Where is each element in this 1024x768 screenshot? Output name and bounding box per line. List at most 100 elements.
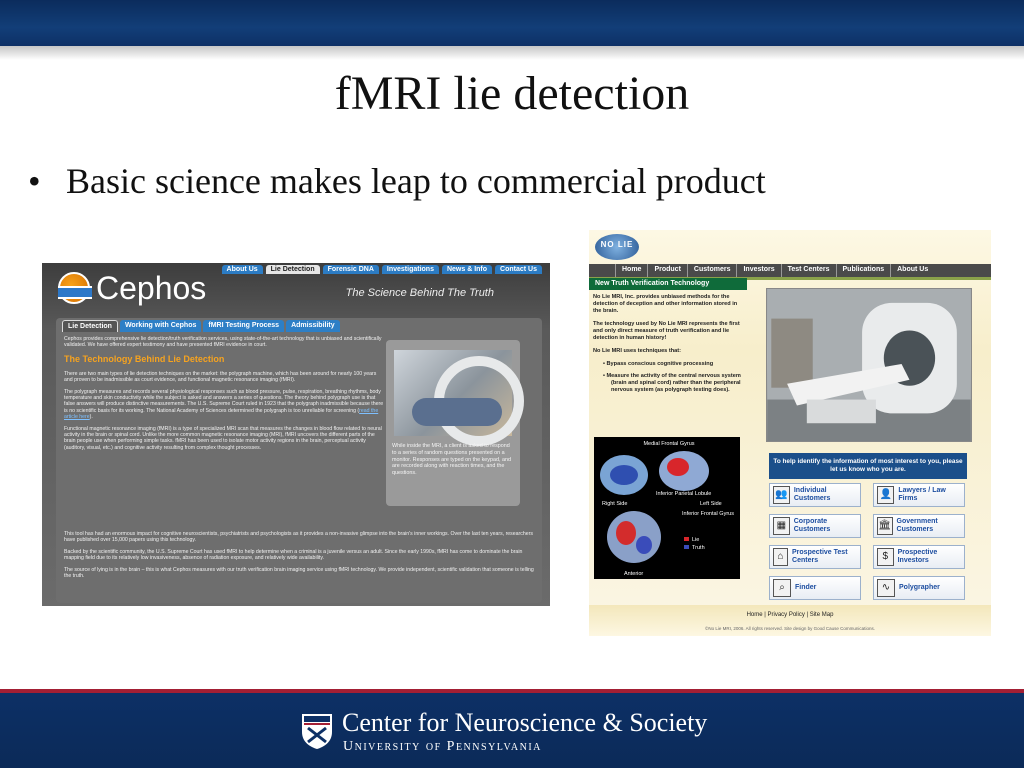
cephos-nav-news[interactable]: News & Info bbox=[441, 265, 493, 274]
bullet-text: Basic science makes leap to commercial p… bbox=[66, 161, 766, 201]
individuals-icon: 👥 bbox=[773, 486, 790, 504]
cephos-nav-investigations[interactable]: Investigations bbox=[381, 265, 439, 274]
nolie-brain-scan: Medial Frontal Gyrus Inferior Parietal L… bbox=[594, 437, 740, 579]
nolie-t1: No Lie MRI, Inc. provides unbiased metho… bbox=[593, 294, 738, 314]
nolie-nav: Home Product Customers Investors Test Ce… bbox=[589, 264, 991, 277]
nolie-bullets: Bypass conscious cognitive processing Me… bbox=[593, 361, 745, 394]
nolie-t2: The technology used by No Lie MRI repres… bbox=[593, 321, 740, 341]
cephos-p2-end: ). bbox=[89, 414, 93, 421]
cephos-mri-photo bbox=[394, 350, 524, 446]
nolie-mri-photo bbox=[766, 288, 972, 442]
lawyer-icon: 👤 bbox=[877, 486, 895, 504]
cephos-logo: Cephos bbox=[96, 270, 207, 306]
brain-right-activity bbox=[610, 465, 638, 485]
label-left-side: Left Side bbox=[700, 501, 722, 507]
button-label: Lawyers / Law Firms bbox=[898, 487, 946, 502]
cephos-logo-icon bbox=[58, 272, 92, 304]
bullet-item: • Basic science makes leap to commercial … bbox=[28, 160, 766, 202]
nolie-nav-investors[interactable]: Investors bbox=[736, 264, 780, 277]
brain-anterior-activity-2 bbox=[636, 536, 652, 554]
building-icon: ▦ bbox=[773, 517, 790, 535]
cephos-p4: This tool has had an enormous impact for… bbox=[64, 531, 533, 544]
button-label: Prospective Test Centers bbox=[792, 549, 848, 564]
nolie-nav-test-centers[interactable]: Test Centers bbox=[780, 264, 836, 277]
button-polygrapher[interactable]: ∿ Polygrapher bbox=[873, 576, 965, 600]
nolie-logo: NO LIE bbox=[600, 240, 634, 249]
button-label: Prospective Investors bbox=[897, 549, 938, 564]
shield-bar bbox=[304, 723, 330, 725]
nolie-footer-copyright: ©No Lie MRI, 2006. All rights reserved. … bbox=[705, 626, 875, 631]
footer-subtitle: University of Pennsylvania bbox=[343, 739, 542, 754]
nolie-contact-banner: To help identify the information of most… bbox=[769, 453, 967, 479]
cephos-p2: The polygraph measures and records sever… bbox=[64, 389, 384, 421]
button-finder[interactable]: ⌕ Finder bbox=[769, 576, 861, 600]
nolie-nav-product[interactable]: Product bbox=[647, 264, 686, 277]
nolie-b2: Measure the activity of the central nerv… bbox=[603, 373, 745, 394]
button-label: Corporate Customers bbox=[793, 518, 831, 533]
nolie-text: No Lie MRI, Inc. provides unbiased metho… bbox=[593, 294, 745, 399]
nolie-nav-home[interactable]: Home bbox=[615, 264, 647, 277]
button-label: Individual Customers bbox=[793, 487, 831, 502]
waveform-icon: ∿ bbox=[877, 579, 895, 597]
brain-left-activity bbox=[667, 458, 689, 476]
cephos-p5: Backed by the scientific community, the … bbox=[64, 548, 523, 562]
mri-table-base bbox=[806, 399, 876, 424]
button-prospective-investors[interactable]: $ Prospective Investors bbox=[873, 545, 965, 569]
slide-title: fMRI lie detection bbox=[334, 67, 690, 120]
label-medial-frontal: Medial Frontal Gyrus bbox=[643, 441, 694, 447]
button-prospective-test-centers[interactable]: ⌂ Prospective Test Centers bbox=[769, 545, 861, 569]
nolie-t3: No Lie MRI uses techniques that: bbox=[593, 348, 681, 354]
legend-lie: Lie bbox=[692, 537, 699, 543]
nolie-nav-about[interactable]: About Us bbox=[890, 264, 934, 277]
button-label: Polygrapher bbox=[899, 584, 940, 591]
button-lawyers[interactable]: 👤 Lawyers / Law Firms bbox=[873, 483, 965, 507]
brain-anterior-activity-1 bbox=[616, 521, 636, 545]
cephos-tab-working[interactable]: Working with Cephos bbox=[119, 320, 202, 332]
footer-title: Center for Neuroscience & Society bbox=[342, 708, 708, 737]
cephos-nav-forensic-dna[interactable]: Forensic DNA bbox=[322, 265, 379, 274]
mri-room-cabinet bbox=[771, 318, 813, 388]
house-icon: ⌂ bbox=[773, 548, 789, 566]
label-inferior-parietal: Inferior Parietal Lobule bbox=[656, 491, 711, 497]
cephos-screenshot: About Us Lie Detection Forensic DNA Inve… bbox=[42, 263, 550, 606]
nolie-footer-bar bbox=[589, 605, 991, 636]
button-government-customers[interactable]: 🏛 Government Customers bbox=[873, 514, 965, 538]
cephos-tabs: Lie Detection Working with Cephos fMRI T… bbox=[62, 320, 340, 332]
cephos-tab-admissibility[interactable]: Admissibility bbox=[286, 320, 340, 332]
cephos-p3: Functional magnetic resonance imaging (f… bbox=[64, 425, 382, 451]
cephos-p1: There are two main types of lie detectio… bbox=[64, 370, 377, 384]
cephos-nav: About Us Lie Detection Forensic DNA Inve… bbox=[221, 265, 542, 274]
cephos-heading: The Technology Behind Lie Detection bbox=[64, 353, 225, 364]
penn-shield-icon bbox=[302, 714, 332, 749]
button-label: Government Customers bbox=[896, 518, 938, 533]
magnifier-icon: ⌕ bbox=[773, 579, 791, 597]
cephos-caption: While inside the MRI, a client is asked … bbox=[392, 443, 511, 477]
nolie-nav-publications[interactable]: Publications bbox=[835, 264, 891, 277]
legend-lie-swatch bbox=[684, 537, 689, 541]
cephos-p6: The source of lying is in the brain – th… bbox=[64, 566, 534, 580]
cephos-nav-lie-detection[interactable]: Lie Detection bbox=[265, 265, 320, 274]
nolie-footer-links[interactable]: Home | Privacy Policy | Site Map bbox=[589, 612, 991, 618]
button-label: Finder bbox=[795, 584, 817, 591]
nolie-nav-customers[interactable]: Customers bbox=[686, 264, 737, 277]
button-individual-customers[interactable]: 👥 Individual Customers bbox=[769, 483, 861, 507]
cephos-nav-about[interactable]: About Us bbox=[221, 265, 263, 274]
cephos-nav-contact[interactable]: Contact Us bbox=[495, 265, 542, 274]
cephos-body: Cephos provides comprehensive lie detect… bbox=[64, 336, 384, 456]
nolie-b1: Bypass conscious cognitive processing bbox=[603, 361, 745, 368]
nolie-screenshot: NO LIE Home Product Customers Investors … bbox=[589, 230, 991, 636]
nolie-left-header: New Truth Verification Technology bbox=[589, 278, 747, 290]
legend-truth-swatch bbox=[684, 545, 689, 549]
shield-chief bbox=[304, 716, 330, 722]
dollar-icon: $ bbox=[877, 548, 894, 566]
top-banner bbox=[0, 0, 1024, 46]
cephos-tagline: The Science Behind The Truth bbox=[345, 287, 494, 299]
bullet-dot: • bbox=[28, 161, 41, 201]
top-banner-shadow bbox=[0, 46, 1024, 60]
cephos-body-wide: This tool has had an enormous impact for… bbox=[64, 531, 534, 584]
cephos-tab-lie-detection[interactable]: Lie Detection bbox=[62, 320, 118, 332]
button-corporate-customers[interactable]: ▦ Corporate Customers bbox=[769, 514, 861, 538]
label-right-side: Right Side bbox=[602, 501, 627, 507]
cephos-tab-testing[interactable]: fMRI Testing Process bbox=[203, 320, 285, 332]
cephos-p2-text: The polygraph measures and records sever… bbox=[64, 388, 384, 414]
